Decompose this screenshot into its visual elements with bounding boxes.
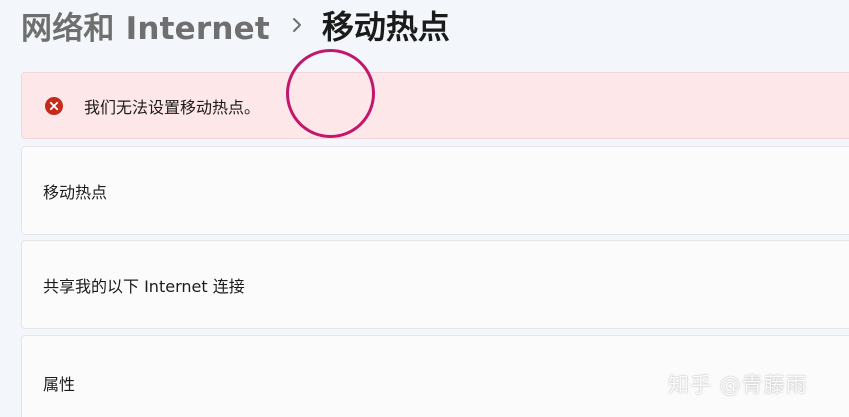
error-circle-icon bbox=[44, 96, 64, 116]
error-banner: 我们无法设置移动热点。 bbox=[21, 72, 849, 139]
watermark: 知乎 @青藤雨 bbox=[668, 373, 808, 397]
breadcrumb-parent-link[interactable]: 网络和 Internet bbox=[21, 3, 270, 48]
breadcrumb: 网络和 Internet 移动热点 bbox=[21, 2, 450, 48]
chevron-right-icon bbox=[292, 17, 302, 33]
settings-item-mobile-hotspot[interactable]: 移动热点 bbox=[21, 146, 849, 235]
settings-item-label: 移动热点 bbox=[43, 182, 108, 202]
settings-item-label: 共享我的以下 Internet 连接 bbox=[43, 276, 245, 296]
settings-item-label: 属性 bbox=[43, 375, 76, 394]
settings-item-share-connection[interactable]: 共享我的以下 Internet 连接 bbox=[21, 240, 849, 329]
page-title: 移动热点 bbox=[321, 8, 450, 46]
error-message: 我们无法设置移动热点。 bbox=[84, 97, 261, 117]
settings-page: 网络和 Internet 移动热点 我们无法设置移动热点。 移动热点 共享我的以… bbox=[0, 0, 849, 417]
